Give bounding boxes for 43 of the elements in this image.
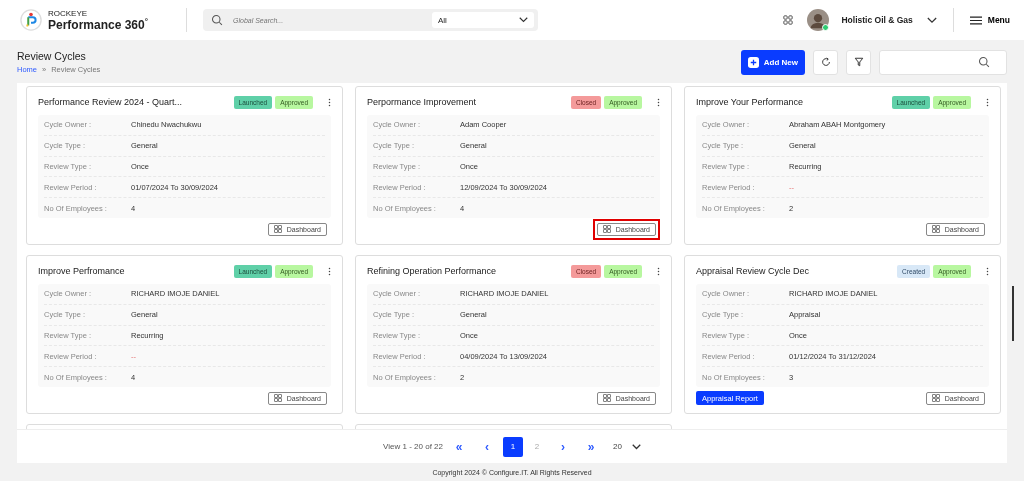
- filter-button[interactable]: [846, 49, 871, 75]
- previous-page-button[interactable]: ‹: [477, 436, 497, 457]
- last-page-button[interactable]: »: [581, 436, 601, 457]
- hamburger-menu-icon: [969, 15, 982, 25]
- first-page-button[interactable]: «: [449, 436, 469, 457]
- card-title[interactable]: Improve Your Performance: [696, 97, 892, 107]
- card-title[interactable]: Performance Review 2024 - Quart...: [38, 97, 234, 107]
- card-title[interactable]: Appraisal Review Cycle Dec: [696, 266, 898, 276]
- dashboard-icon: [273, 225, 282, 233]
- menu-button[interactable]: Menu: [969, 15, 1010, 25]
- dashboard-icon: [931, 225, 940, 233]
- scrollbar-thumb[interactable]: [1012, 286, 1014, 341]
- page-size-dropdown[interactable]: 20: [613, 442, 641, 451]
- search-icon: [978, 56, 990, 68]
- chevron-down-icon[interactable]: [926, 16, 937, 24]
- chevron-down-icon: [519, 17, 528, 23]
- online-status-dot: [822, 24, 830, 31]
- next-page-button[interactable]: ›: [553, 436, 573, 457]
- add-new-button[interactable]: Add New: [740, 49, 805, 75]
- avatar-icon[interactable]: [807, 9, 830, 31]
- refresh-button[interactable]: [813, 49, 838, 75]
- dashboard-icon: [931, 394, 940, 402]
- search-scope-dropdown[interactable]: All: [432, 12, 534, 28]
- logo-icon: [20, 9, 42, 31]
- card-title[interactable]: Improve Perfromance: [38, 266, 234, 276]
- page-title: Review Cycles: [17, 50, 87, 62]
- organization-name[interactable]: Holistic Oil & Gas: [841, 15, 913, 25]
- search-field[interactable]: [879, 49, 1007, 75]
- brand-tagline: ROCKEYE: [48, 9, 89, 18]
- refresh-icon: [819, 56, 832, 68]
- page-number-button[interactable]: 1: [503, 436, 523, 457]
- chevron-down-icon: [631, 443, 641, 450]
- plus-icon: [747, 56, 759, 68]
- card-title[interactable]: Perpormance Improvement: [367, 97, 571, 107]
- dashboard-icon: [273, 394, 282, 402]
- apps-grid-icon[interactable]: [783, 15, 794, 25]
- pagination-summary: View 1 - 20 of 22: [383, 442, 443, 451]
- dashboard-icon: [602, 225, 611, 233]
- card-title[interactable]: Refining Operation Performance: [367, 266, 571, 276]
- filter-icon: [852, 56, 865, 68]
- dashboard-icon: [602, 394, 611, 402]
- search-icon: [211, 14, 223, 26]
- brand-name: Performance 360$^{°}$: [48, 17, 148, 31]
